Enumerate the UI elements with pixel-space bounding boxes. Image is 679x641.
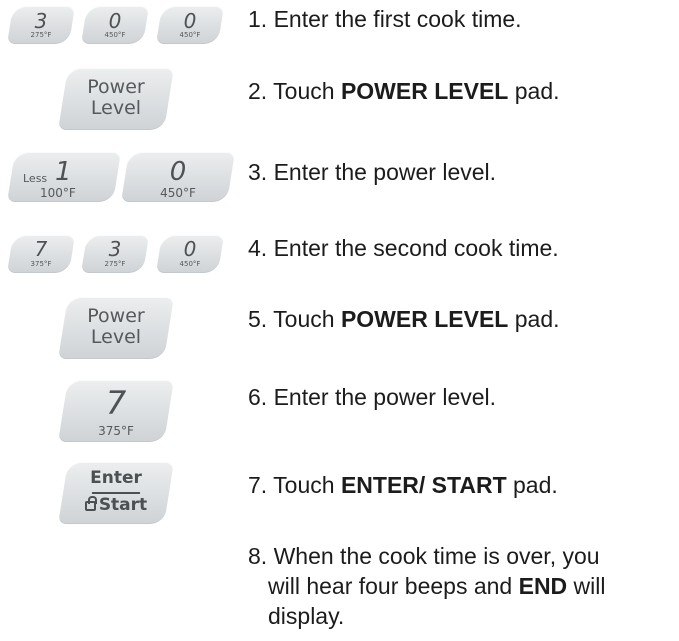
step-text: When the cook time is over, you: [273, 543, 600, 569]
step-text: will: [567, 573, 606, 599]
keypad-digit: 3: [34, 9, 48, 33]
keypad-digit: 0: [183, 237, 197, 261]
keypad-digit: 0: [169, 157, 187, 187]
step-number: 4.: [248, 235, 268, 261]
step-1: 1. Enter the first cook time.: [248, 4, 522, 34]
keypad-temp: 450°F: [160, 186, 196, 200]
step-number: 6.: [248, 384, 268, 410]
step-7: 7. Touch ENTER/ START pad.: [248, 470, 558, 500]
step-keyword: END: [518, 573, 568, 599]
keypad-temp: 100°F: [40, 186, 76, 200]
step-keyword: ENTER/ START: [340, 472, 507, 498]
step-text: Touch: [273, 78, 341, 104]
keypad-3[interactable]: 3 275°F: [80, 235, 150, 273]
step-4: 4. Enter the second cook time.: [248, 233, 559, 263]
step-text: Enter the first cook time.: [273, 6, 522, 32]
step-6: 6. Enter the power level.: [248, 382, 496, 412]
step-number: 2.: [248, 78, 268, 104]
step-number: 8.: [248, 543, 268, 569]
lock-icon: [84, 501, 96, 511]
step-8: 8. When the cook time is over, you will …: [248, 541, 606, 631]
keypad-0[interactable]: 0 450°F: [80, 6, 150, 44]
power-level-label-line1: Power: [87, 76, 145, 98]
keypad-digit: 7: [105, 384, 127, 422]
start-row: Start: [63, 495, 169, 515]
start-label: Start: [98, 495, 148, 515]
step-text: Touch: [273, 306, 341, 332]
keypad-digit: 0: [183, 9, 197, 33]
step-text: Touch: [273, 472, 341, 498]
step-keyword: POWER LEVEL: [340, 306, 509, 332]
step-number: 5.: [248, 306, 268, 332]
step-number: 7.: [248, 472, 268, 498]
step-text: display.: [268, 603, 345, 629]
enter-start-button[interactable]: Enter Start: [58, 462, 174, 524]
keypad-digit: 7: [34, 237, 48, 261]
step-2: 2. Touch POWER LEVEL pad.: [248, 76, 560, 106]
step-text: Enter the second cook time.: [273, 235, 559, 261]
keypad-temp: 450°F: [104, 31, 126, 39]
step-keyword: POWER LEVEL: [340, 78, 509, 104]
step-5: 5. Touch POWER LEVEL pad.: [248, 304, 560, 334]
keypad-digit: 1: [55, 157, 72, 187]
step-text: will hear four beeps and: [268, 573, 519, 599]
step-number: 3.: [248, 159, 268, 185]
keypad-temp: 450°F: [179, 260, 201, 268]
keypad-0[interactable]: 0 450°F: [121, 152, 235, 202]
power-level-label-line2: Level: [90, 97, 142, 119]
keypad-7[interactable]: 7 375°F: [58, 380, 174, 442]
keypad-temp: 375°F: [98, 424, 134, 438]
keypad-0[interactable]: 0 450°F: [155, 235, 225, 273]
less-label: Less: [23, 172, 48, 185]
keypad-7[interactable]: 7 375°F: [6, 235, 76, 273]
step-text: pad.: [508, 306, 560, 332]
step-text: pad.: [506, 472, 558, 498]
keypad-temp: 275°F: [104, 260, 126, 268]
step-text: pad.: [508, 78, 560, 104]
power-level-label-line1: Power: [87, 305, 145, 327]
keypad-temp: 450°F: [179, 31, 201, 39]
keypad-less-1[interactable]: Less 1 100°F: [7, 152, 121, 202]
keypad-digit: 0: [108, 9, 122, 33]
power-level-button[interactable]: Power Level: [58, 297, 174, 359]
keypad-3[interactable]: 3 275°F: [6, 6, 76, 44]
keypad-digit: 3: [108, 237, 122, 261]
power-level-label-line2: Level: [90, 326, 142, 348]
keypad-temp: 275°F: [30, 31, 52, 39]
step-text: Enter the power level.: [273, 384, 497, 410]
step-number: 1.: [248, 6, 268, 32]
power-level-button[interactable]: Power Level: [58, 68, 174, 130]
step-3: 3. Enter the power level.: [248, 157, 496, 187]
keypad-temp: 375°F: [30, 260, 52, 268]
enter-label: Enter: [90, 468, 142, 488]
enter-start-divider: [92, 492, 140, 494]
keypad-0[interactable]: 0 450°F: [155, 6, 225, 44]
step-text: Enter the power level.: [273, 159, 497, 185]
